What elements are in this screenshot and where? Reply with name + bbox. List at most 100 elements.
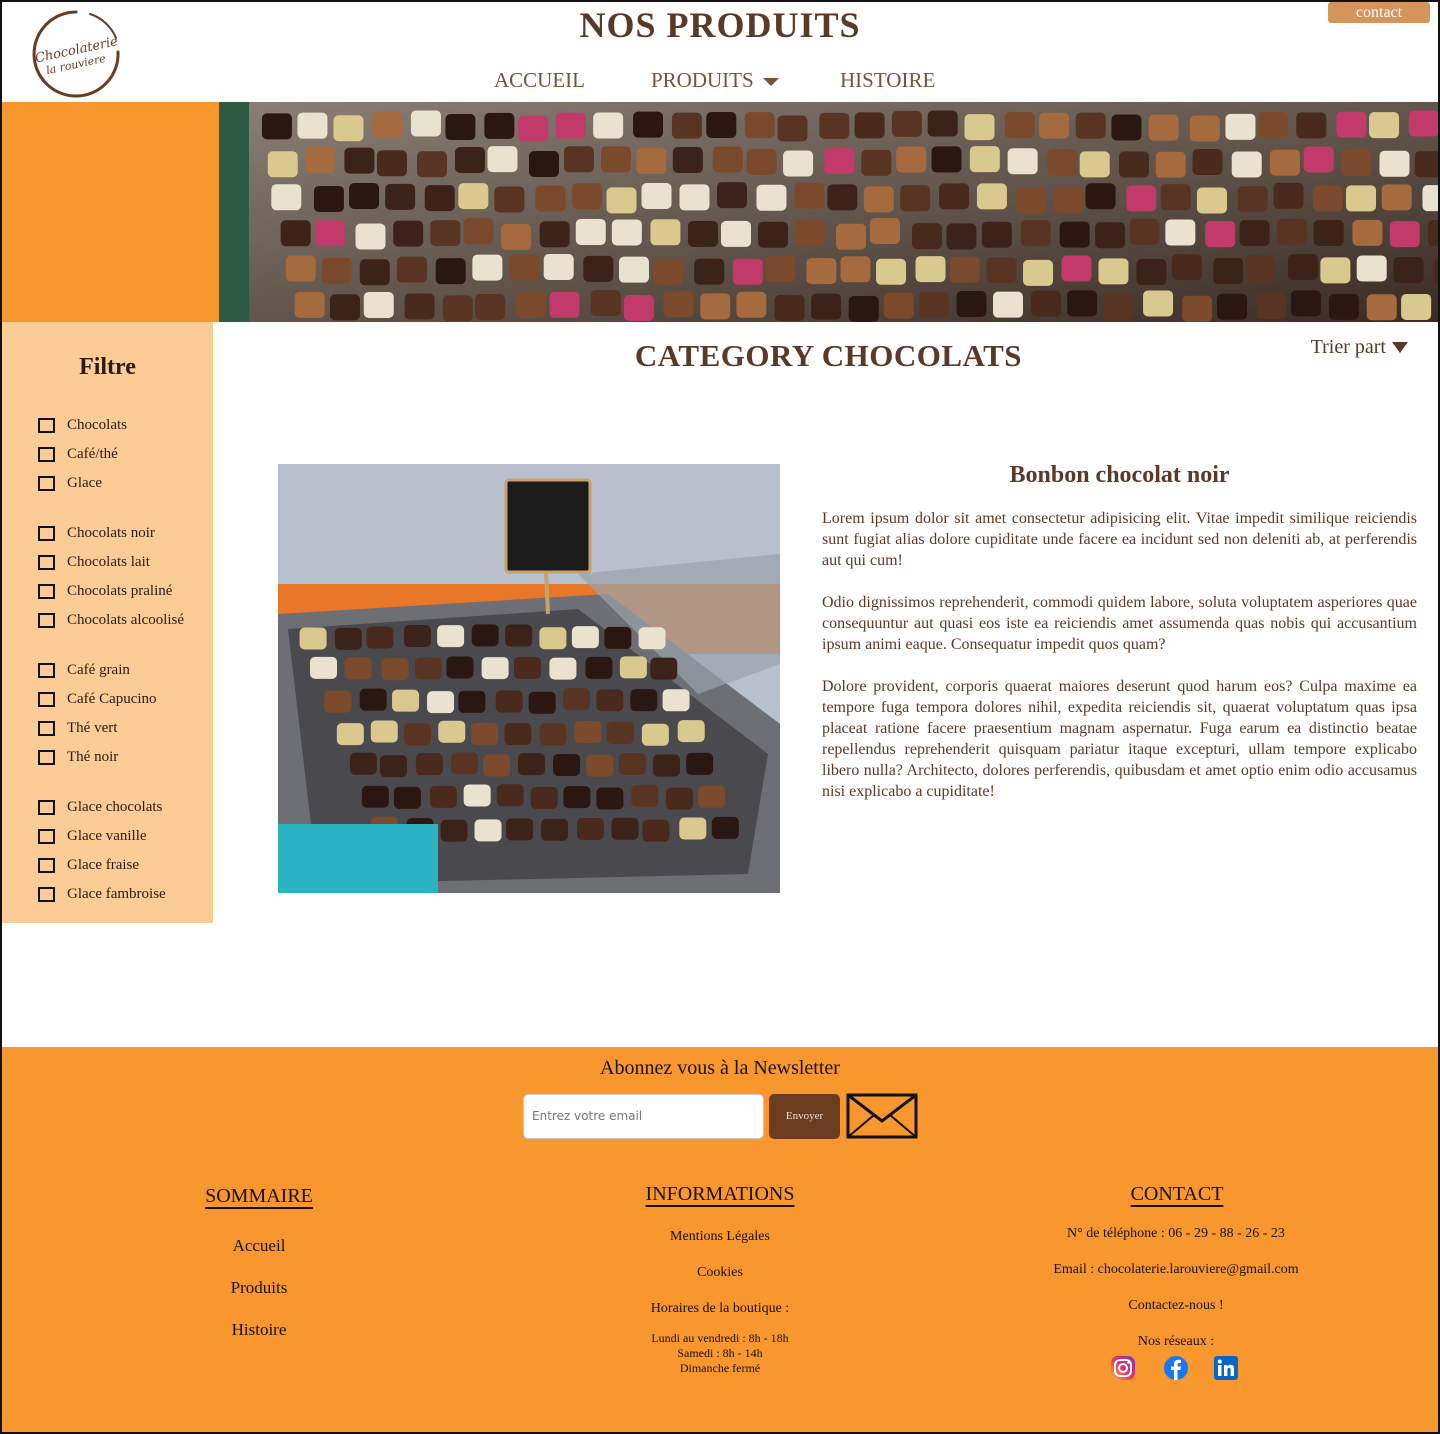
chocolate-piece (1237, 186, 1268, 213)
chocolate-piece (334, 627, 362, 650)
filter-glace[interactable]: Glace (38, 473, 102, 493)
facebook-icon[interactable] (1163, 1355, 1189, 1381)
filter-chocolats-praline[interactable]: Chocolats praliné (38, 581, 172, 601)
chocolate-piece (1239, 220, 1270, 247)
envelope-icon (846, 1093, 918, 1139)
checkbox[interactable] (38, 799, 55, 815)
chocolate-piece (506, 818, 534, 841)
chocolate-piece (563, 786, 591, 809)
chocolate-piece (618, 752, 646, 775)
filter-sidebar: Filtre Chocolats Café/thé Glace Chocolat… (2, 322, 213, 923)
chocolate-piece (698, 785, 726, 808)
filter-label: Café/thé (67, 445, 118, 462)
checkbox[interactable] (38, 662, 55, 678)
chocolate-piece (1053, 186, 1084, 213)
filter-glace-vanille[interactable]: Glace vanille (38, 826, 147, 846)
nav-link-accueil[interactable]: ACCUEIL (494, 68, 585, 93)
filter-glace-fambroise[interactable]: Glace fambroise (38, 884, 166, 904)
checkbox[interactable] (38, 691, 55, 707)
chocolate-piece (736, 291, 767, 318)
chocolate-piece (863, 186, 894, 213)
contact-us-link[interactable]: Contactez-nous ! (976, 1298, 1376, 1314)
filter-glace-fraise[interactable]: Glace fraise (38, 855, 139, 875)
chocolate-piece (876, 258, 907, 285)
product-image[interactable] (278, 464, 780, 893)
chocolate-piece (1079, 151, 1110, 178)
sort-dropdown[interactable]: Trier part (1311, 336, 1408, 359)
newsletter-email-input[interactable]: Entrez votre email (523, 1094, 764, 1139)
chocolate-piece (1328, 293, 1359, 320)
checkbox[interactable] (38, 749, 55, 765)
chocolate-piece (679, 817, 707, 840)
checkbox[interactable] (38, 446, 55, 462)
chocolate-piece (650, 219, 681, 246)
filter-label: Glace (67, 474, 102, 491)
contact-email[interactable]: Email : chocolaterie.larouviere@gmail.co… (976, 1262, 1376, 1278)
chocolate-piece (679, 184, 710, 211)
footer-link-cookies[interactable]: Cookies (570, 1265, 870, 1281)
chocolate-piece (299, 627, 327, 650)
filter-label: Glace fambroise (67, 885, 166, 902)
filter-chocolats[interactable]: Chocolats (38, 415, 127, 435)
footer-link-histoire[interactable]: Histoire (159, 1320, 359, 1340)
chocolate-piece (758, 221, 789, 248)
linkedin-icon[interactable] (1213, 1355, 1239, 1381)
chocolate-piece (355, 223, 386, 250)
filter-chocolats-lait[interactable]: Chocolats lait (38, 552, 150, 572)
chocolate-piece (1303, 146, 1334, 173)
footer-link-mentions[interactable]: Mentions Légales (570, 1229, 870, 1245)
checkbox[interactable] (38, 525, 55, 541)
filter-cafe-capucino[interactable]: Café Capucino (38, 689, 157, 709)
chocolate-piece (819, 112, 850, 139)
footer-link-produits[interactable]: Produits (159, 1278, 359, 1298)
chocolate-piece (404, 723, 432, 746)
chocolate-piece (1258, 111, 1289, 138)
chocolate-piece (487, 146, 518, 173)
hours-saturday: Samedi : 8h - 14h (677, 1346, 763, 1360)
chocolate-piece (458, 183, 489, 210)
chocolate-piece (445, 114, 476, 141)
filter-the-noir[interactable]: Thé noir (38, 747, 118, 767)
nav-link-histoire[interactable]: HISTOIRE (840, 68, 935, 93)
chocolate-piece (314, 220, 345, 247)
nav-link-produits[interactable]: PRODUITS (651, 68, 779, 93)
chocolate-piece (359, 688, 387, 711)
checkbox[interactable] (38, 417, 55, 433)
filter-label: Chocolats noir (67, 524, 155, 541)
filter-glace-chocolats[interactable]: Glace chocolats (38, 797, 162, 817)
checkbox[interactable] (38, 612, 55, 628)
filter-label: Thé vert (67, 719, 118, 736)
contact-title: CONTACT (1130, 1183, 1224, 1205)
chocolate-piece (711, 816, 739, 839)
filter-chocolats-alcoolise[interactable]: Chocolats alcoolisé (38, 610, 184, 630)
checkbox[interactable] (38, 554, 55, 570)
footer-link-accueil[interactable]: Accueil (159, 1236, 359, 1256)
chocolate-piece (604, 626, 632, 649)
chocolate-piece (662, 689, 690, 712)
checkbox[interactable] (38, 857, 55, 873)
chocolate-piece (539, 627, 567, 650)
chocolate-piece (518, 115, 549, 142)
chocolate-piece (344, 147, 375, 174)
instagram-icon[interactable] (1110, 1355, 1136, 1381)
chocolate-piece (442, 295, 473, 322)
chocolate-piece (1225, 113, 1256, 140)
filter-the-vert[interactable]: Thé vert (38, 718, 117, 738)
filter-chocolats-noir[interactable]: Chocolats noir (38, 523, 155, 543)
checkbox[interactable] (38, 583, 55, 599)
product-paragraph: Dolore provident, corporis quaerat maior… (822, 678, 1417, 800)
chocolate-piece (586, 754, 614, 777)
chocolate-piece (361, 785, 389, 808)
checkbox[interactable] (38, 720, 55, 736)
chocolate-piece (1336, 111, 1367, 138)
checkbox[interactable] (38, 828, 55, 844)
checkbox[interactable] (38, 475, 55, 491)
filter-cafe-the[interactable]: Café/thé (38, 444, 118, 464)
newsletter-send-button[interactable]: Envoyer (769, 1094, 840, 1139)
chocolate-piece (956, 290, 987, 317)
filter-cafe-grain[interactable]: Café grain (38, 660, 130, 680)
contact-button[interactable]: contact (1328, 2, 1430, 23)
checkbox[interactable] (38, 886, 55, 902)
chocolate-piece (271, 184, 302, 211)
chocolate-piece (541, 818, 569, 841)
